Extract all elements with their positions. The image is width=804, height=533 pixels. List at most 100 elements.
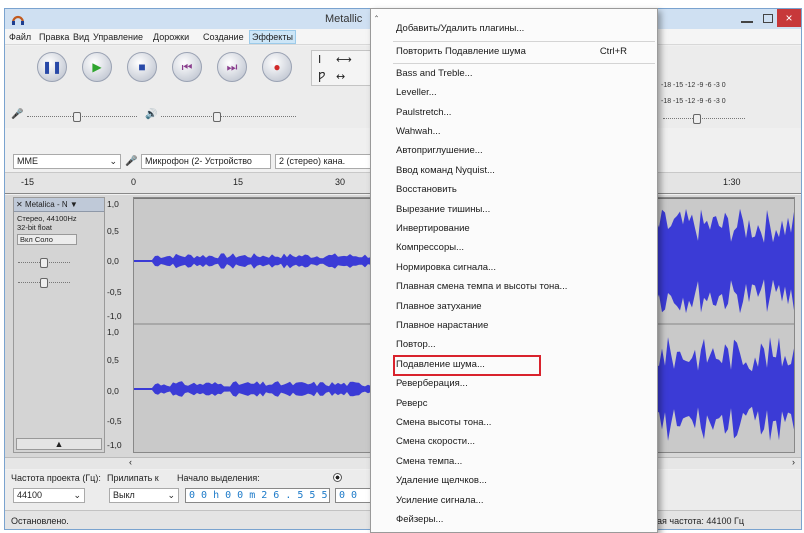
menu-tracks[interactable]: Дорожки <box>153 32 189 42</box>
track-close-icon[interactable]: ✕ <box>16 200 25 209</box>
track-format-info: Стерео, 44100Hz <box>17 214 77 223</box>
menu-item[interactable]: Фейзеры... <box>371 510 657 531</box>
menu-item[interactable]: Вырезание тишины... <box>371 200 657 221</box>
menu-item[interactable]: Удаление щелчков... <box>371 471 657 492</box>
collapse-track-button[interactable]: ▲ <box>16 438 102 450</box>
volume-icon: 🔊 <box>145 109 158 120</box>
stop-button[interactable]: ■ <box>127 52 157 82</box>
audio-host-select[interactable]: MME ⌄ <box>13 154 121 169</box>
snap-select[interactable]: Выкл ⌄ <box>109 488 179 503</box>
status-text: Остановлено. <box>11 516 69 526</box>
input-device-select[interactable]: Микрофон (2- Устройство <box>141 154 271 169</box>
skip-end-button[interactable]: ⏭ <box>217 52 247 82</box>
pause-icon: ❚❚ <box>41 60 63 74</box>
menu-item[interactable]: Повторить Подавление шума Ctrl+R <box>371 42 657 63</box>
envelope-tool-icon[interactable]: ⟷ <box>336 53 352 66</box>
effects-dropdown-menu: ‸ Добавить/Удалить плагины... Повторить П… <box>370 7 658 533</box>
ruler-label: 0 <box>131 177 137 187</box>
menu-item-label: Реверберация... <box>396 378 468 390</box>
menu-generate[interactable]: Создание <box>203 32 244 42</box>
menu-item[interactable]: Wahwah... <box>371 122 657 143</box>
scale-label: 1,0 <box>107 199 119 209</box>
selection-start-label: Начало выделения: <box>177 473 260 483</box>
track-control-panel: ✕ Metalica - N ▼ Стерео, 44100Hz 32-bit … <box>13 197 105 453</box>
scale-label: 0,5 <box>107 226 119 236</box>
menu-item[interactable]: Реверс <box>371 394 657 415</box>
track-pan-slider[interactable] <box>18 276 78 290</box>
menu-effects[interactable]: Эффекты <box>249 30 296 44</box>
menu-item-label: Повторить Подавление шума <box>396 46 526 58</box>
mute-solo-buttons[interactable]: Вкл Соло <box>17 234 77 245</box>
scroll-left-icon[interactable]: ‹ <box>129 457 132 467</box>
menu-item-label: Восстановить <box>396 184 457 196</box>
selection-tool-icon[interactable]: I <box>318 53 321 66</box>
menu-item[interactable]: Добавить/Удалить плагины... <box>371 19 657 40</box>
maximize-button[interactable] <box>763 14 773 23</box>
pause-button[interactable]: ❚❚ <box>37 52 67 82</box>
scale-label: 1,0 <box>107 327 119 337</box>
speaker-icon: 🎤 <box>11 109 24 120</box>
menu-item[interactable]: Реверберация... <box>371 374 657 395</box>
menu-scroll-up-icon[interactable]: ‸ <box>375 7 378 18</box>
close-button[interactable]: × <box>777 9 801 27</box>
selection-start-field[interactable]: 0 0 h 0 0 m 2 6 . 5 5 5 s <box>185 488 330 503</box>
menu-item-label: Paulstretch... <box>396 106 452 118</box>
menu-item-label: Смена скорости... <box>396 436 476 448</box>
menu-item[interactable]: Инвертирование <box>371 219 657 240</box>
menu-item-label: Повтор... <box>396 339 436 351</box>
menu-item-label: Автоприглушение... <box>396 145 483 157</box>
menu-item[interactable]: Ввод команд Nyquist... <box>371 161 657 182</box>
playback-speed-slider[interactable] <box>661 112 751 126</box>
menu-item[interactable]: Смена высоты тона... <box>371 413 657 434</box>
project-rate-label: Частота проекта (Гц): <box>11 473 101 483</box>
menu-item[interactable]: Плавное затухание <box>371 297 657 318</box>
menu-item-label: Усиление сигнала... <box>396 494 484 506</box>
play-button[interactable]: ▶ <box>82 52 112 82</box>
menu-item[interactable]: Плавное нарастание <box>371 316 657 337</box>
timeshift-tool-icon[interactable]: ↔ <box>336 70 345 83</box>
menu-item[interactable]: Усиление сигнала... <box>371 491 657 512</box>
input-volume-slider[interactable]: 🔊 <box>145 109 305 124</box>
track-gain-slider[interactable] <box>18 256 78 270</box>
output-volume-slider[interactable]: 🎤 <box>11 109 141 124</box>
menu-item[interactable]: Восстановить <box>371 180 657 201</box>
menu-item-label: Инвертирование <box>396 223 470 234</box>
minimize-button[interactable] <box>741 13 753 23</box>
skip-start-button[interactable]: ⏮ <box>172 52 202 82</box>
menu-edit[interactable]: Правка <box>39 32 69 42</box>
menu-item[interactable]: Bass and Treble... <box>371 64 657 85</box>
draw-tool-icon[interactable]: Ƿ <box>318 70 326 83</box>
menu-item-label: Нормировка сигнала... <box>396 261 496 273</box>
record-meter[interactable]: -18 -15 -12 -9 -6 -3 0 <box>661 98 781 110</box>
menu-item[interactable]: Нормировка сигнала... <box>371 258 657 279</box>
status-rate-text: ая частота: 44100 Гц <box>657 516 744 526</box>
selection-end-field[interactable]: 0 0 <box>335 488 375 503</box>
track-name-menu[interactable]: ✕ Metalica - N ▼ <box>14 198 104 212</box>
microphone-icon: 🎤 <box>125 156 138 167</box>
scroll-right-icon[interactable]: › <box>792 457 795 467</box>
menu-item-label: Добавить/Удалить плагины... <box>396 23 525 34</box>
tools-toolbar: I ⟷ Ƿ ↔ <box>311 50 373 86</box>
menu-item[interactable]: Плавная смена темпа и высоты тона... <box>371 277 657 298</box>
menu-file[interactable]: Файл <box>9 32 31 42</box>
channels-select[interactable]: 2 (стерео) кана. <box>275 154 373 169</box>
project-rate-select[interactable]: 44100 ⌄ <box>13 488 85 503</box>
menu-item-label: Ввод команд Nyquist... <box>396 164 495 176</box>
menu-item-label: Фейзеры... <box>396 514 444 525</box>
record-button[interactable]: ● <box>262 52 292 82</box>
menu-transport[interactable]: Управление <box>93 32 143 42</box>
menu-item[interactable]: Leveller... <box>371 83 657 104</box>
menu-item-label: Leveller... <box>396 87 437 99</box>
menu-item[interactable]: Автоприглушение... <box>371 141 657 162</box>
playback-meter[interactable]: -18 -15 -12 -9 -6 -3 0 <box>661 82 781 94</box>
menu-item[interactable]: Смена скорости... <box>371 432 657 453</box>
menu-view[interactable]: Вид <box>73 32 89 42</box>
menu-item[interactable]: Paulstretch... <box>371 103 657 124</box>
scale-label: -1,0 <box>107 440 122 450</box>
menu-item[interactable]: Повтор... <box>371 335 657 356</box>
menu-item-label: Реверс <box>396 397 428 409</box>
menu-item[interactable]: Компрессоры... <box>371 238 657 259</box>
radio-end-icon[interactable] <box>333 473 342 482</box>
menu-item[interactable]: Смена темпа... <box>371 452 657 473</box>
track-format-info: 32-bit float <box>17 223 53 232</box>
